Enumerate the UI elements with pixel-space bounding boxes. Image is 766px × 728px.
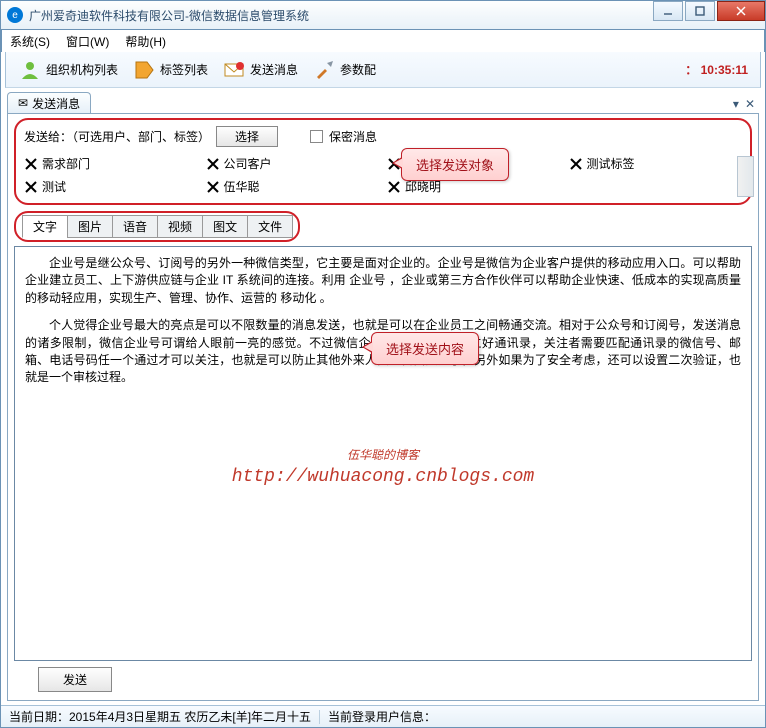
status-date: 当前日期：2015年4月3日星期五 农历乙未[羊]年二月十五 (9, 708, 311, 725)
watermark-url: http://wuhuacong.cnblogs.com (232, 464, 534, 490)
content-tab-图片[interactable]: 图片 (67, 215, 113, 238)
target-tag: 公司客户 (206, 155, 380, 172)
tab-dropdown-icon[interactable]: ▾ (733, 97, 739, 111)
params-button[interactable]: 参数配 (306, 56, 382, 84)
send-to-label: 发送给：（可选用户、部门、标签） (24, 128, 210, 145)
secret-label: 保密消息 (329, 128, 377, 145)
toolbar: 组织机构列表 标签列表 发送消息 参数配 ： 10:35:11 (5, 52, 761, 88)
send-button[interactable]: 发送 (38, 667, 112, 692)
target-tag-label: 测试标签 (587, 155, 635, 172)
window-title: 广州爱奇迪软件科技有限公司-微信数据信息管理系统 (29, 7, 651, 24)
close-button[interactable] (717, 1, 765, 21)
watermark-name: 伍华聪的博客 (232, 447, 534, 464)
menu-help[interactable]: 帮助(H) (125, 33, 166, 50)
remove-tag-icon[interactable] (206, 157, 220, 171)
remove-tag-icon[interactable] (569, 157, 583, 171)
send-message-button[interactable]: 发送消息 (216, 56, 304, 84)
target-tag: 测试 (24, 178, 198, 195)
callout-select-target: 选择发送对象 (401, 148, 509, 181)
minimize-button[interactable] (653, 1, 683, 21)
content-tab-视频[interactable]: 视频 (157, 215, 203, 238)
status-user: 当前登录用户信息： (328, 708, 757, 725)
watermark: 伍华聪的博客 http://wuhuacong.cnblogs.com (232, 447, 534, 490)
menu-window[interactable]: 窗口(W) (66, 33, 109, 50)
target-tag-label: 测试 (42, 178, 66, 195)
send-message-label: 发送消息 (250, 61, 298, 78)
target-tag: 测试标签 (569, 155, 743, 172)
target-tag-label: 伍华聪 (224, 178, 260, 195)
tab-close-icon[interactable]: ✕ (745, 97, 755, 111)
content-tab-图文[interactable]: 图文 (202, 215, 248, 238)
envelope-icon (222, 58, 246, 82)
clock-time: 10:35:11 (701, 63, 748, 77)
time-sep: ： (685, 63, 697, 77)
editor-paragraph: 企业号是继公众号、订阅号的另外一种微信类型，它主要是面对企业的。企业号是微信为企… (25, 255, 741, 307)
maximize-button[interactable] (685, 1, 715, 21)
select-target-button[interactable]: 选择 (216, 126, 278, 147)
secret-checkbox[interactable] (310, 130, 323, 143)
tools-icon (312, 58, 336, 82)
remove-tag-icon[interactable] (24, 157, 38, 171)
tab-envelope-icon: ✉ (18, 96, 28, 110)
app-icon: e (7, 7, 23, 23)
target-tag-label: 公司客户 (224, 155, 272, 172)
target-tag: 需求部门 (24, 155, 198, 172)
params-label: 参数配 (340, 61, 376, 78)
remove-tag-icon[interactable] (206, 180, 220, 194)
targets-scrollbar[interactable] (737, 156, 754, 197)
window-titlebar: e 广州爱奇迪软件科技有限公司-微信数据信息管理系统 (0, 0, 766, 30)
content-tab-文字[interactable]: 文字 (22, 215, 68, 238)
content-tab-语音[interactable]: 语音 (112, 215, 158, 238)
tag-list-label: 标签列表 (160, 61, 208, 78)
tag-icon (132, 58, 156, 82)
message-editor[interactable]: 企业号是继公众号、订阅号的另外一种微信类型，它主要是面对企业的。企业号是微信为企… (14, 246, 752, 661)
panel-body: 发送给：（可选用户、部门、标签） 选择 保密消息 需求部门公司客户默认标签测试标… (7, 114, 759, 701)
target-tag: 伍华聪 (206, 178, 380, 195)
remove-tag-icon[interactable] (24, 180, 38, 194)
send-target-group: 发送给：（可选用户、部门、标签） 选择 保密消息 需求部门公司客户默认标签测试标… (14, 118, 752, 205)
content-tab-文件[interactable]: 文件 (247, 215, 293, 238)
content-type-group: 文字图片语音视频图文文件 (14, 211, 300, 242)
tag-list-button[interactable]: 标签列表 (126, 56, 214, 84)
menu-bar: 系统(S) 窗口(W) 帮助(H) (1, 30, 765, 52)
tab-send-message[interactable]: ✉ 发送消息 (7, 92, 91, 113)
document-tabstrip: ✉ 发送消息 ▾ ✕ (7, 92, 759, 114)
status-bar: 当前日期：2015年4月3日星期五 农历乙未[羊]年二月十五 当前登录用户信息： (1, 705, 765, 727)
user-icon (18, 58, 42, 82)
remove-tag-icon[interactable] (387, 180, 401, 194)
menu-system[interactable]: 系统(S) (10, 33, 50, 50)
org-list-button[interactable]: 组织机构列表 (12, 56, 124, 84)
tab-label: 发送消息 (32, 95, 80, 112)
org-list-label: 组织机构列表 (46, 61, 118, 78)
callout-select-content: 选择发送内容 (371, 332, 479, 365)
target-tag-label: 需求部门 (42, 155, 90, 172)
